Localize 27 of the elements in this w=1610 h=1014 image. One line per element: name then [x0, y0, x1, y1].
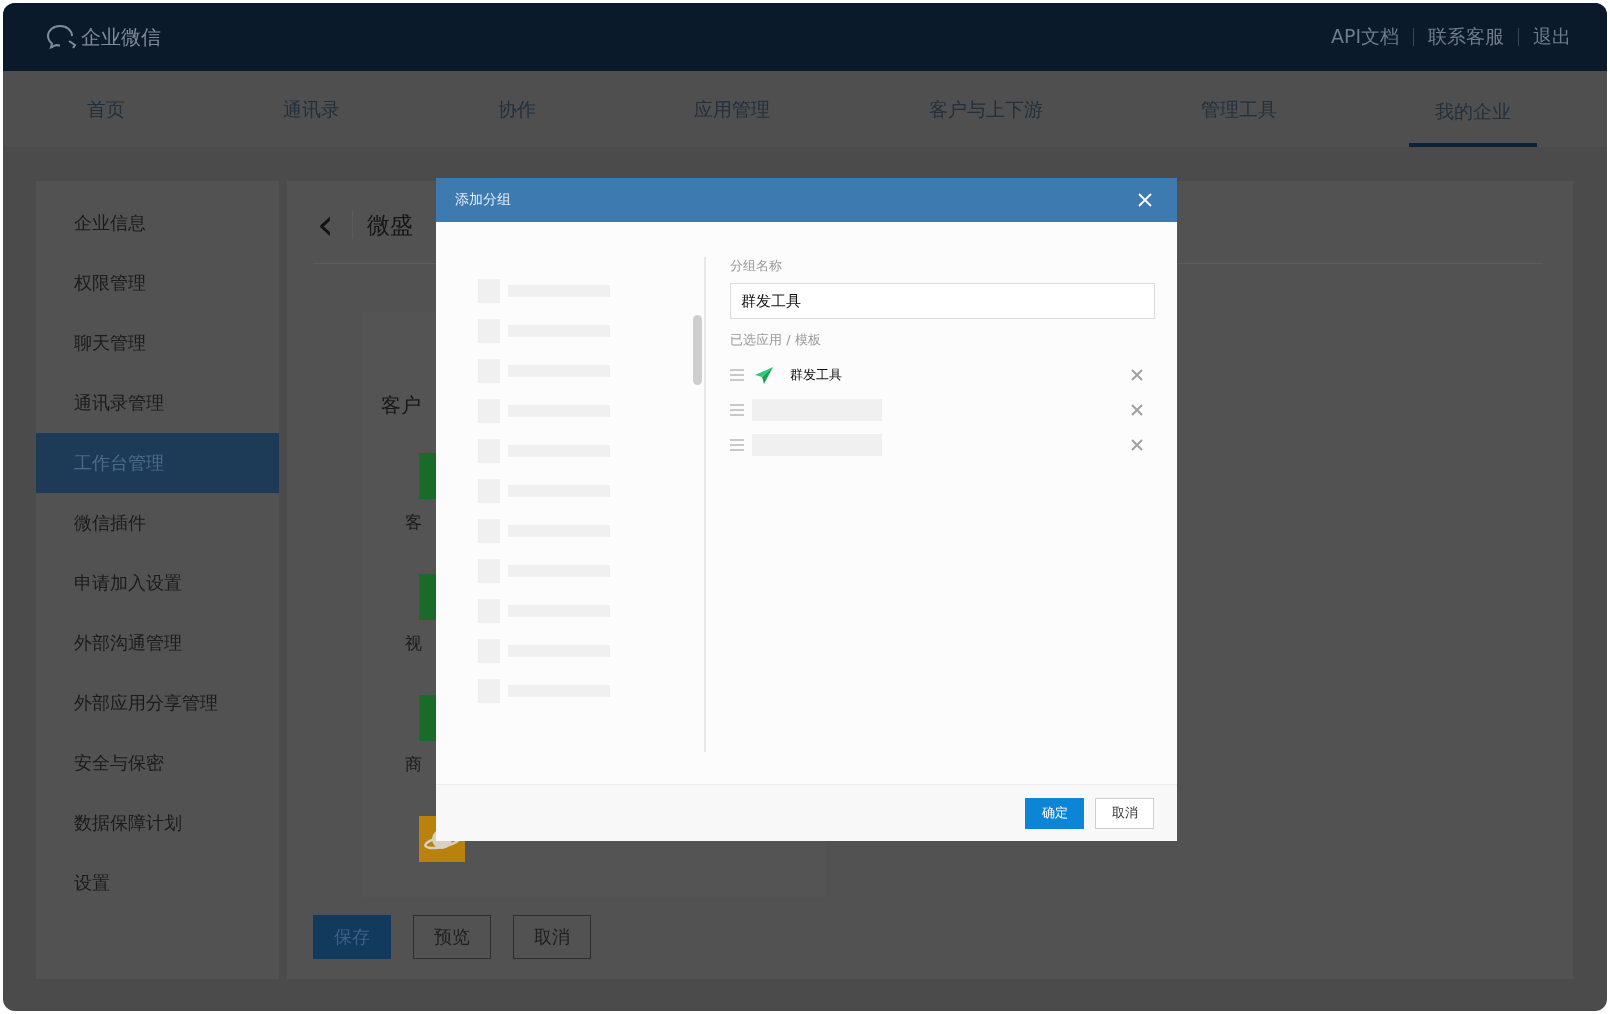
scrollbar-thumb[interactable] — [693, 315, 702, 385]
header-link[interactable]: 联系客服 — [1428, 24, 1504, 50]
selected-app-name: 群发工具 — [789, 365, 843, 384]
remove-icon[interactable] — [1131, 368, 1143, 381]
paper-plane-icon — [754, 364, 774, 385]
field-label: 已选应用 / 模板 — [730, 331, 822, 349]
app-label: 商 — [405, 753, 422, 776]
dialog-title: 添加分组 — [455, 191, 511, 209]
drag-handle-icon[interactable] — [730, 438, 744, 451]
logo-text: 企业微信 — [81, 23, 161, 51]
header-link[interactable]: API文档 — [1330, 24, 1399, 50]
app-label: 视 — [405, 632, 422, 655]
remove-icon[interactable] — [1131, 403, 1143, 416]
group-name-field[interactable]: 群发工具 — [730, 283, 1155, 319]
page-title: 微盛 — [366, 210, 413, 240]
remove-icon[interactable] — [1131, 438, 1143, 451]
cancel-button[interactable]: 取消 — [1095, 797, 1154, 829]
chat-bubble-icon — [45, 23, 79, 51]
confirm-button[interactable]: 确定 — [1025, 797, 1084, 829]
section-title: 客户 — [381, 392, 421, 419]
app-label: 客 — [405, 511, 422, 534]
header-link[interactable]: 退出 — [1533, 24, 1571, 50]
drag-handle-icon[interactable] — [730, 368, 744, 381]
back-button[interactable]: ‹ — [313, 205, 338, 245]
close-icon[interactable] — [1137, 192, 1153, 208]
drag-handle-icon[interactable] — [730, 403, 744, 416]
field-label: 分组名称 — [730, 257, 783, 275]
